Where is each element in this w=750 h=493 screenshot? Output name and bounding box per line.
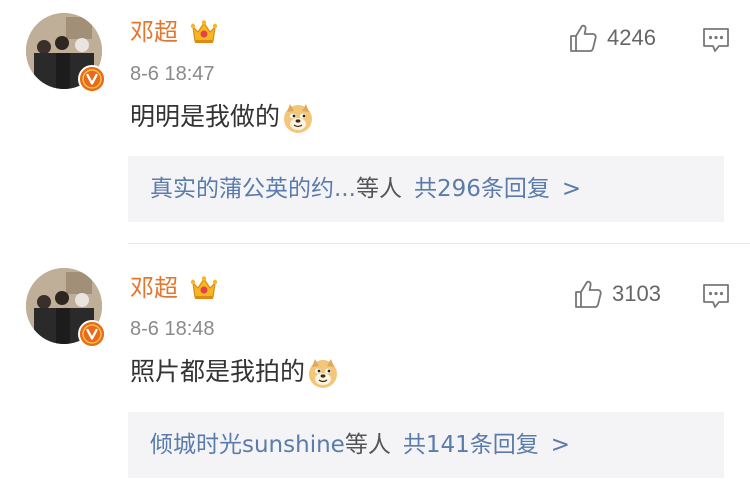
comment-text-content: 明明是我做的 (130, 102, 281, 131)
username[interactable]: 邓超 (130, 273, 178, 303)
doge-emoji-icon (284, 104, 313, 133)
like-count: 3103 (612, 281, 661, 306)
comment-time: 8-6 18:47 (130, 63, 215, 85)
comment-item: 邓超 8-6 18:48 照片都是我拍的 3103 倾城时光sunshine等人… (0, 244, 750, 493)
verified-v-icon (78, 65, 106, 93)
reply-names[interactable]: 真实的蒲公英的约... (150, 176, 356, 202)
reply-suffix: 等人 (344, 432, 391, 458)
comment-text-content: 照片都是我拍的 (130, 357, 306, 386)
like-button[interactable]: 3103 (572, 278, 661, 310)
like-button[interactable]: 4246 (567, 22, 656, 54)
comment-text: 照片都是我拍的 (130, 355, 339, 389)
reply-names[interactable]: 倾城时光sunshine (150, 432, 345, 458)
like-count: 4246 (607, 25, 656, 50)
thumbs-up-icon (570, 24, 597, 52)
crown-badge-icon (190, 276, 218, 299)
chevron-right-icon: > (561, 176, 582, 202)
replies-summary[interactable]: 倾城时光sunshine等人 共141条回复 > (128, 412, 724, 478)
avatar[interactable] (26, 13, 106, 93)
reply-icon[interactable] (702, 27, 730, 53)
verified-v-icon (78, 320, 106, 348)
reply-total[interactable]: 共141条回复 (403, 432, 539, 458)
reply-icon[interactable] (702, 283, 730, 309)
doge-emoji-icon (309, 359, 338, 388)
comment-text: 明明是我做的 (130, 100, 314, 134)
comment-time: 8-6 18:48 (130, 318, 215, 340)
replies-summary[interactable]: 真实的蒲公英的约...等人 共296条回复 > (128, 156, 724, 222)
reply-suffix: 等人 (355, 176, 402, 202)
comment-item: 邓超 8-6 18:47 明明是我做的 4246 真实的蒲公英的约...等人 共… (0, 0, 750, 243)
thumbs-up-icon (575, 280, 602, 308)
reply-total[interactable]: 共296条回复 (414, 176, 550, 202)
username[interactable]: 邓超 (130, 17, 178, 47)
chevron-right-icon: > (550, 432, 571, 458)
crown-badge-icon (190, 20, 218, 43)
avatar[interactable] (26, 268, 106, 348)
